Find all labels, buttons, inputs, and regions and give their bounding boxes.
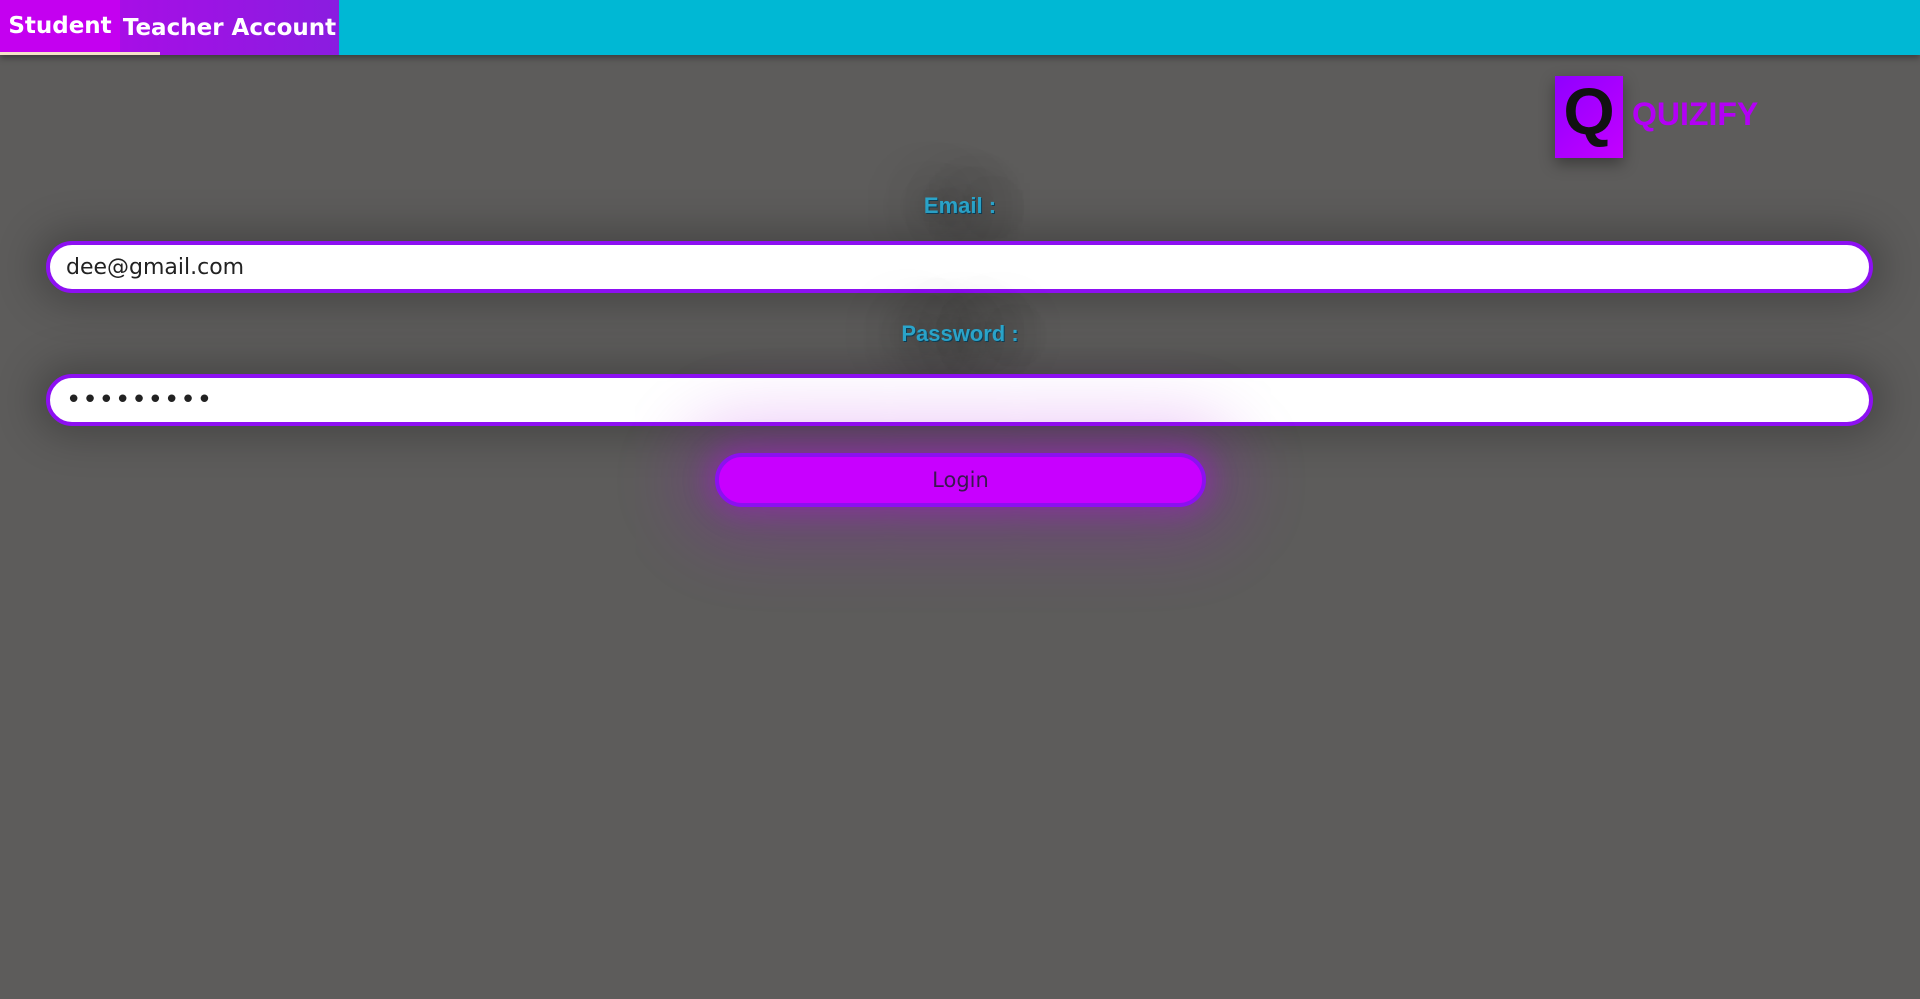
login-button-label: Login bbox=[932, 468, 989, 492]
login-button[interactable]: Login bbox=[715, 453, 1206, 507]
tab-teacher-account[interactable]: Teacher Account bbox=[120, 0, 339, 55]
top-bar: Student Teacher Account bbox=[0, 0, 1920, 55]
email-label: Email : bbox=[923, 193, 997, 218]
logo-letter: Q bbox=[1563, 74, 1615, 148]
quizify-logo-icon: Q bbox=[1555, 76, 1623, 158]
password-field[interactable] bbox=[46, 374, 1873, 426]
tab-student[interactable]: Student bbox=[0, 0, 120, 55]
password-label: Password : bbox=[901, 321, 1019, 346]
tab-teacher-label: Teacher Account bbox=[122, 14, 337, 41]
active-tab-indicator bbox=[120, 52, 160, 55]
tab-student-label: Student bbox=[8, 13, 112, 39]
logo-name: QUIZIFY bbox=[1632, 95, 1759, 132]
quizify-logo: Q QUIZIFY ​ bbox=[1555, 76, 1760, 158]
email-field[interactable] bbox=[46, 241, 1873, 293]
logo-wordmark: QUIZIFY ​ bbox=[1632, 98, 1758, 137]
logo-tagline: ​ bbox=[1632, 132, 1758, 137]
account-tabs: Student Teacher Account bbox=[0, 0, 339, 55]
